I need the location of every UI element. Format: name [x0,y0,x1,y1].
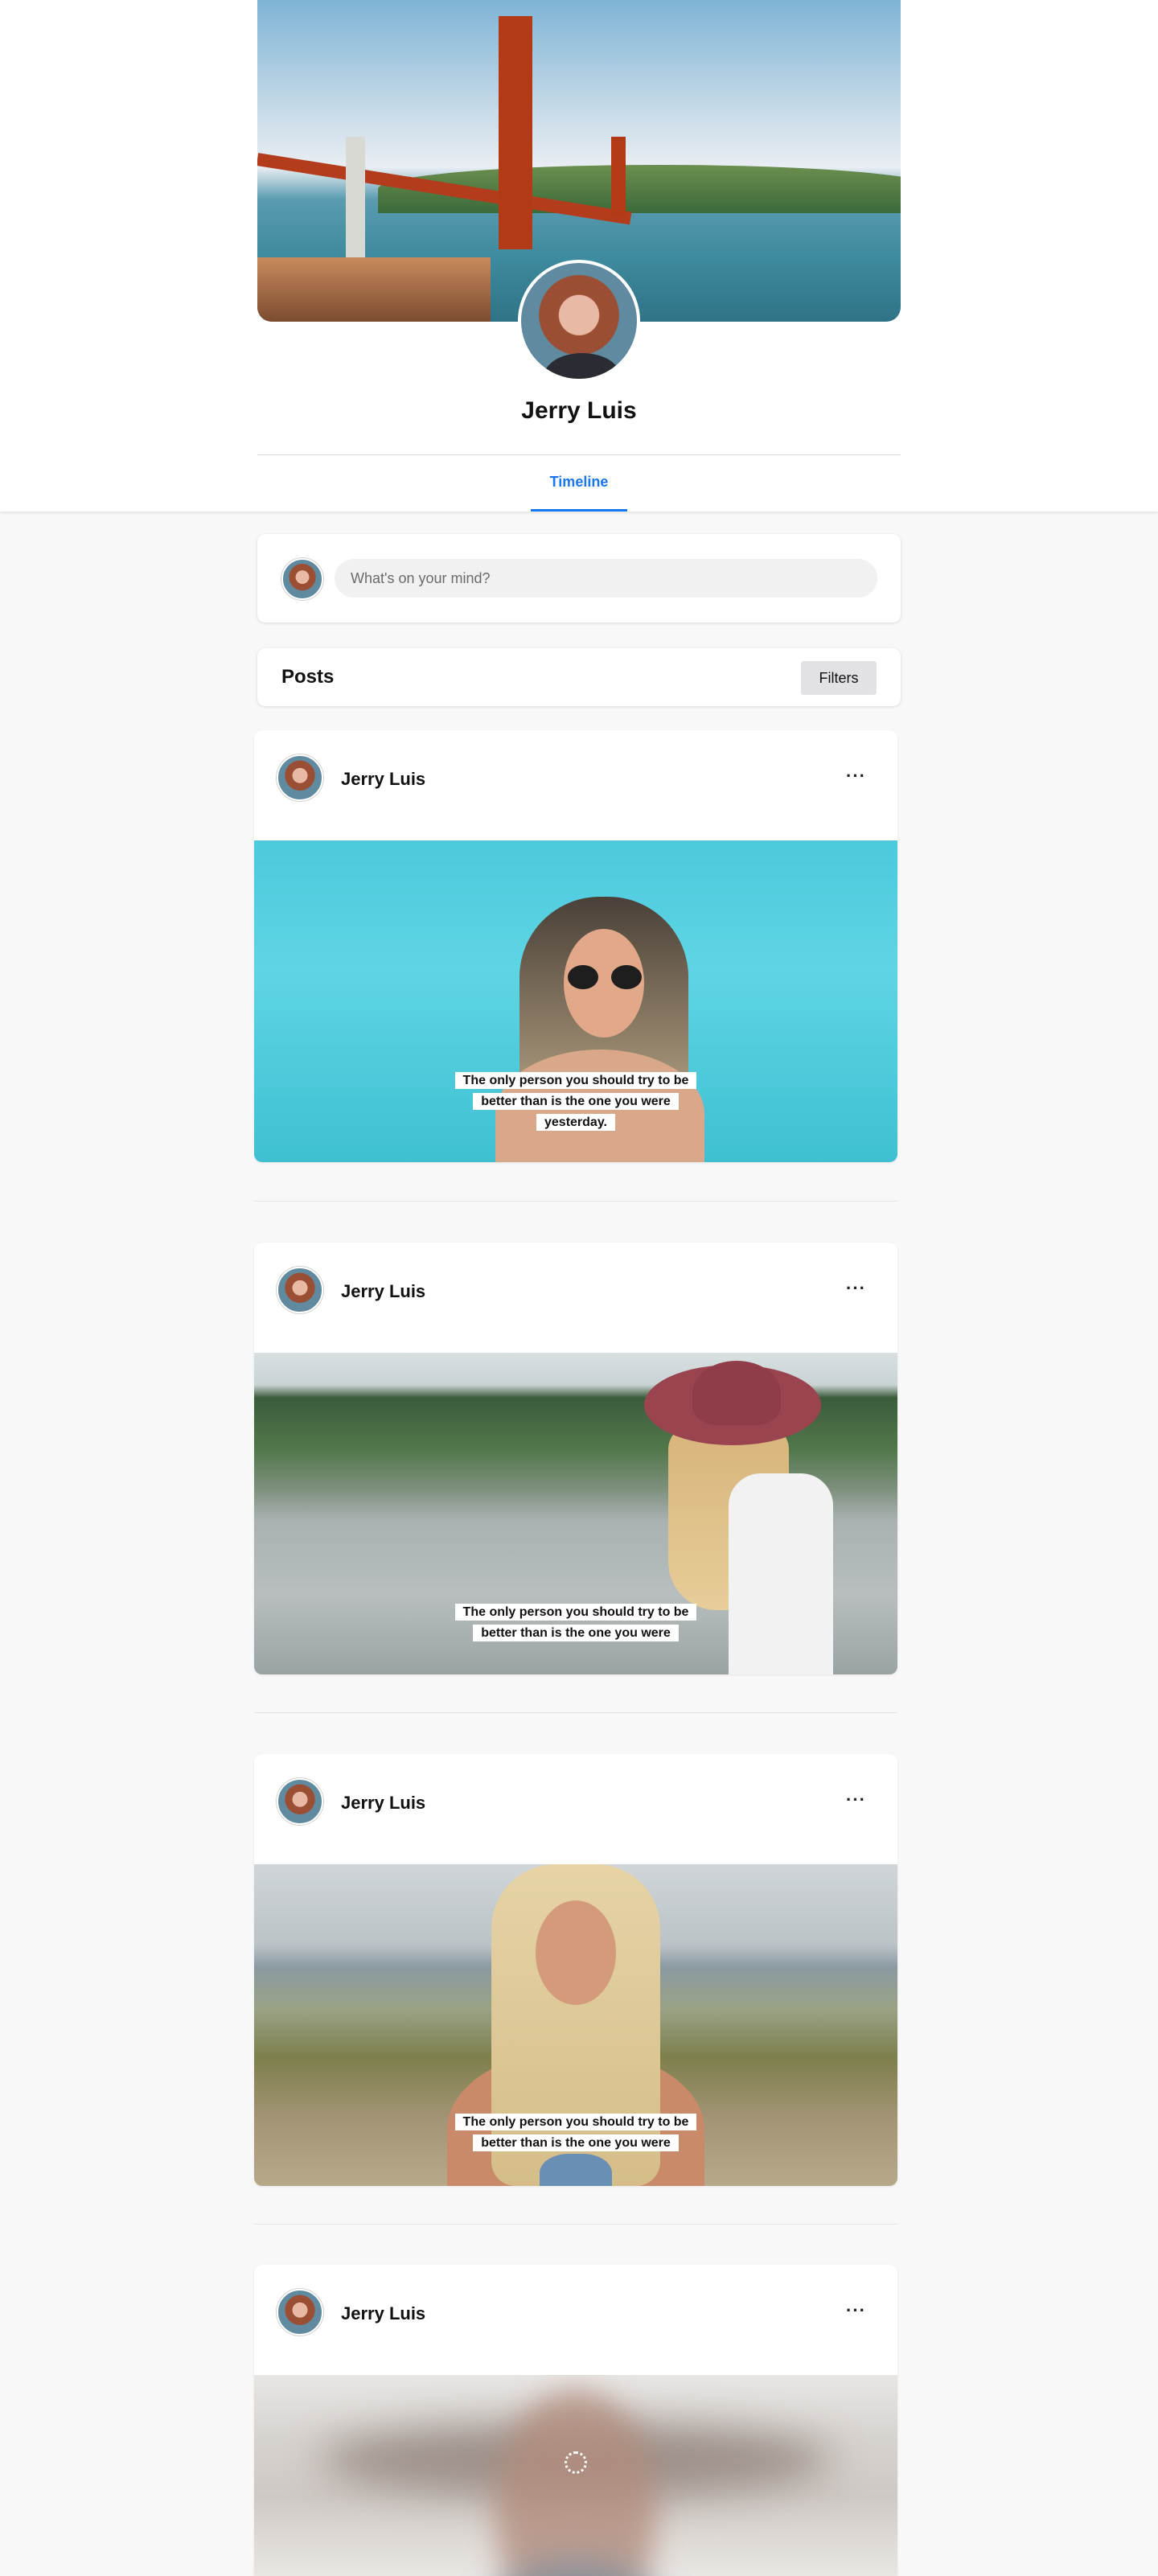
post-card: Jerry Luis ··· [254,2265,897,2576]
post-image[interactable]: The only person you should try to be bet… [254,1353,897,1674]
whats-on-your-mind-input[interactable] [335,559,877,598]
post-card: Jerry Luis ··· The only person you shoul… [254,730,897,1162]
post-image[interactable]: The only person you should try to be bet… [254,840,897,1162]
more-options-icon[interactable]: ··· [846,766,866,787]
loading-spinner-icon [565,2451,587,2474]
profile-name: Jerry Luis [521,397,637,424]
tab-timeline[interactable]: Timeline [531,455,627,512]
post-author[interactable]: Jerry Luis [341,769,425,790]
avatar[interactable] [277,1267,323,1313]
avatar[interactable] [277,754,323,801]
posts-title: Posts [281,666,335,688]
more-options-icon[interactable]: ··· [846,1278,866,1299]
more-options-icon[interactable]: ··· [846,1789,866,1810]
profile-avatar[interactable] [518,260,640,382]
avatar[interactable] [277,1778,323,1825]
post-author[interactable]: Jerry Luis [341,1281,425,1302]
filters-button[interactable]: Filters [801,661,877,695]
post-separator [254,1201,897,1202]
avatar [281,558,323,600]
more-options-icon[interactable]: ··· [846,2300,866,2321]
post-card: Jerry Luis ··· The only person you shoul… [254,1243,897,1674]
post-image-loading [254,2375,897,2576]
profile-header: Jerry Luis Timeline [0,0,1158,512]
posts-header: Posts Filters [257,648,901,706]
post-separator [254,1712,897,1713]
post-caption: The only person you should try to be bet… [447,2112,704,2154]
avatar[interactable] [277,2289,323,2336]
post-image[interactable]: The only person you should try to be bet… [254,1864,897,2186]
post-card: Jerry Luis ··· The only person you shoul… [254,1754,897,2186]
post-caption: The only person you should try to be bet… [447,1602,704,1644]
post-author[interactable]: Jerry Luis [341,1793,425,1814]
post-author[interactable]: Jerry Luis [341,2303,425,2324]
post-separator [254,2224,897,2225]
post-composer [257,534,901,622]
post-caption: The only person you should try to be bet… [447,1070,704,1133]
